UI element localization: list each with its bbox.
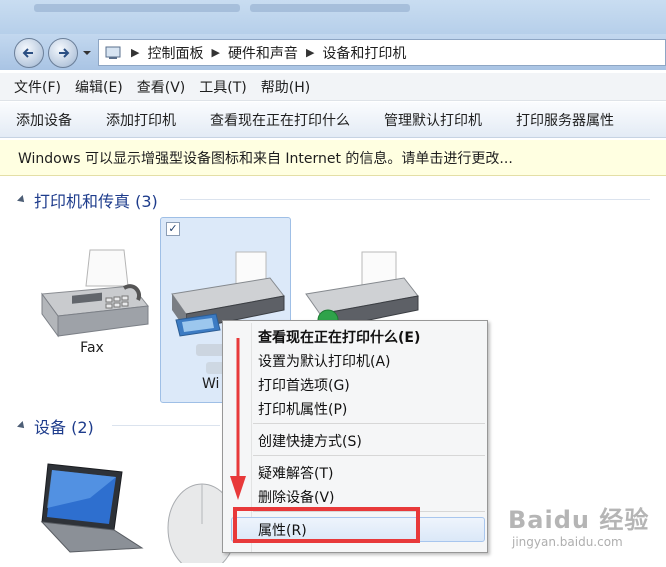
breadcrumb-devices-printers[interactable]: 设备和打印机 bbox=[322, 43, 406, 63]
fax-label: Fax bbox=[80, 340, 104, 356]
back-button[interactable] bbox=[14, 38, 44, 68]
blurred-title bbox=[250, 4, 410, 12]
devices-group-header[interactable]: 设备 (2) bbox=[17, 414, 94, 438]
annotation-highlight-box bbox=[233, 507, 420, 543]
menu-tools[interactable]: 工具(T) bbox=[199, 77, 246, 97]
menu-set-default-printer[interactable]: 设置为默认打印机(A) bbox=[258, 351, 391, 371]
add-device-button[interactable]: 添加设备 bbox=[16, 110, 72, 130]
printers-group-title: 打印机和传真 (3) bbox=[34, 192, 158, 211]
navigation-bar: ▶ 控制面板 ▶ 硬件和声音 ▶ 设备和打印机 bbox=[0, 34, 666, 70]
breadcrumb-hardware-sound[interactable]: 硬件和声音 bbox=[228, 43, 298, 63]
breadcrumb-separator[interactable]: ▶ bbox=[131, 46, 139, 59]
manage-default-printers-button[interactable]: 管理默认打印机 bbox=[384, 110, 482, 130]
menu-divider bbox=[253, 455, 485, 456]
menu-create-shortcut[interactable]: 创建快捷方式(S) bbox=[258, 431, 362, 451]
menu-file[interactable]: 文件(F) bbox=[14, 77, 61, 97]
laptop-device[interactable] bbox=[30, 458, 150, 567]
forward-button[interactable] bbox=[48, 38, 78, 68]
info-bar[interactable]: Windows 可以显示增强型设备图标和来自 Internet 的信息。请单击进… bbox=[0, 140, 666, 176]
collapse-triangle-icon[interactable] bbox=[17, 421, 27, 431]
menu-bar: 文件(F) 编辑(E) 查看(V) 工具(T) 帮助(H) bbox=[0, 73, 666, 101]
collapse-triangle-icon[interactable] bbox=[17, 195, 27, 205]
baidu-watermark-url: jingyan.baidu.com bbox=[512, 535, 623, 549]
checkbox-checked-icon[interactable]: ✓ bbox=[166, 222, 180, 236]
printers-group-header[interactable]: 打印机和传真 (3) bbox=[17, 188, 158, 212]
command-bar: 添加设备 添加打印机 查看现在正在打印什么 管理默认打印机 打印服务器属性 bbox=[0, 102, 666, 138]
recent-pages-chevron-icon[interactable] bbox=[82, 48, 92, 58]
menu-remove-device[interactable]: 删除设备(V) bbox=[258, 487, 335, 507]
window-title-bar bbox=[0, 0, 666, 34]
baidu-watermark: Baidu 经验 bbox=[508, 506, 650, 534]
menu-view[interactable]: 查看(V) bbox=[137, 77, 186, 97]
breadcrumb-control-panel[interactable]: 控制面板 bbox=[147, 43, 203, 63]
fax-icon bbox=[41, 249, 149, 338]
menu-printing-preferences[interactable]: 打印首选项(G) bbox=[258, 375, 350, 395]
print-server-properties-button[interactable]: 打印服务器属性 bbox=[516, 110, 614, 130]
menu-divider bbox=[253, 423, 485, 424]
annotation-arrow-icon bbox=[230, 338, 246, 500]
breadcrumb-separator[interactable]: ▶ bbox=[211, 46, 219, 59]
group-divider bbox=[180, 199, 650, 200]
add-printer-button[interactable]: 添加打印机 bbox=[106, 110, 176, 130]
breadcrumb-separator[interactable]: ▶ bbox=[306, 46, 314, 59]
devices-group-title: 设备 (2) bbox=[34, 418, 94, 437]
menu-help[interactable]: 帮助(H) bbox=[261, 77, 310, 97]
group-divider bbox=[112, 425, 220, 426]
fax-device[interactable]: Fax bbox=[28, 248, 156, 356]
control-panel-icon bbox=[105, 46, 121, 59]
menu-see-whats-printing[interactable]: 查看现在正在打印什么(E) bbox=[258, 327, 420, 347]
laptop-icon bbox=[40, 463, 144, 553]
address-bar[interactable]: ▶ 控制面板 ▶ 硬件和声音 ▶ 设备和打印机 bbox=[98, 39, 666, 66]
menu-troubleshoot[interactable]: 疑难解答(T) bbox=[258, 463, 333, 483]
see-whats-printing-button[interactable]: 查看现在正在打印什么 bbox=[210, 110, 350, 130]
menu-printer-properties[interactable]: 打印机属性(P) bbox=[258, 399, 347, 419]
forward-arrow-icon bbox=[59, 48, 70, 58]
blurred-title bbox=[34, 4, 240, 12]
menu-edit[interactable]: 编辑(E) bbox=[75, 77, 123, 97]
back-arrow-icon bbox=[22, 48, 33, 58]
